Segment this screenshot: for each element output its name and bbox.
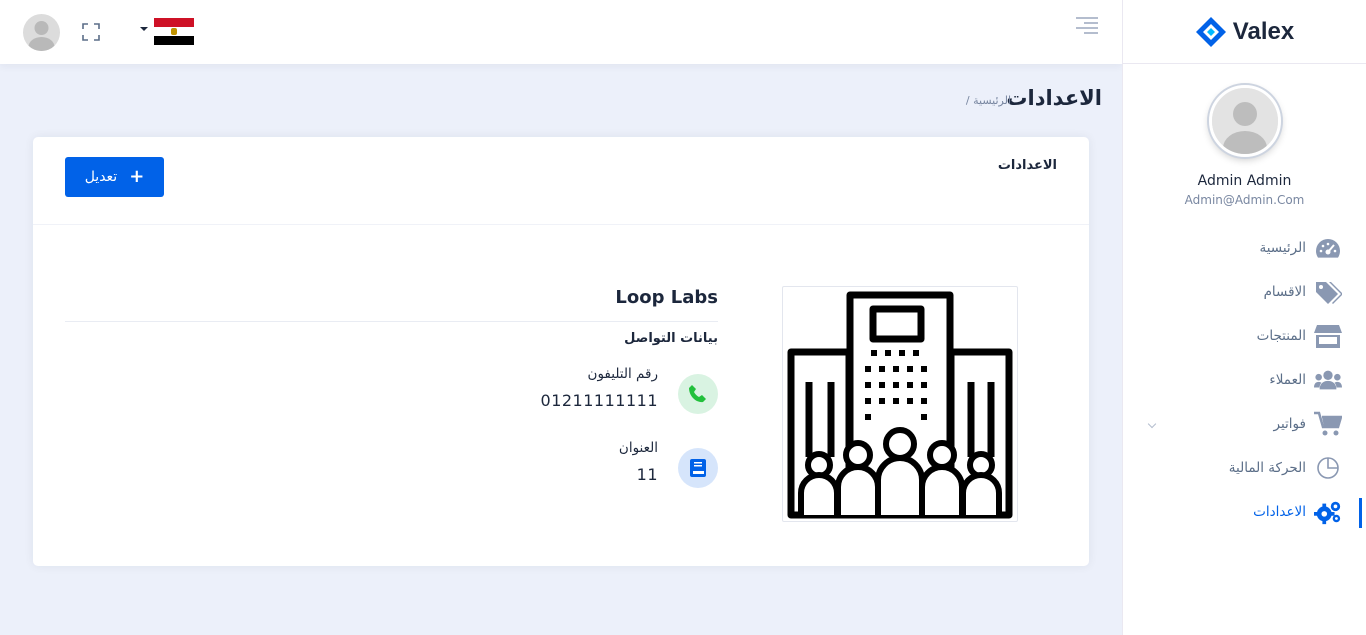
phone-value: 01211111111 — [540, 391, 658, 410]
users-icon — [1314, 366, 1342, 394]
user-avatar-icon[interactable] — [23, 14, 60, 51]
card-header: الاعدادات تعديل + — [33, 137, 1089, 225]
profile-avatar[interactable] — [1208, 85, 1281, 157]
edit-button[interactable]: تعديل + — [65, 157, 164, 197]
brand-name: Valex — [1232, 17, 1295, 45]
card-title: الاعدادات — [997, 158, 1057, 173]
edit-button-label: تعديل — [84, 169, 118, 185]
sidebar-item-clients[interactable]: العملاء — [1123, 358, 1366, 402]
brand-logo[interactable]: Valex — [1123, 0, 1366, 64]
sidebar-item-home[interactable]: الرئيسية — [1123, 226, 1366, 270]
sidebar-item-label: الاعدادات — [1253, 504, 1306, 520]
sidebar-item-settings[interactable]: الاعدادات — [1123, 490, 1366, 534]
divider — [65, 321, 718, 322]
sidebar: Valex Admin Admin Admin@Admin.Com الرئيس… — [1122, 0, 1366, 635]
menu-toggle-icon[interactable] — [1076, 17, 1098, 34]
page-title: الاعدادات — [1006, 86, 1102, 110]
company-name: Loop Labs — [615, 287, 718, 308]
pie-chart-icon — [1314, 454, 1342, 482]
sidebar-item-label: العملاء — [1269, 372, 1306, 388]
sidebar-nav: الرئيسية الاقسام المنتجات العملاء فواتير… — [1123, 226, 1366, 534]
phone-icon — [678, 374, 718, 414]
sidebar-item-invoices[interactable]: فواتير — [1123, 402, 1366, 446]
tags-icon — [1314, 278, 1342, 306]
valex-logo-icon — [1195, 16, 1226, 47]
phone-info: رقم التليفون 01211111111 — [418, 366, 718, 418]
top-header — [0, 0, 1122, 64]
profile-name: Admin Admin — [1197, 173, 1292, 189]
language-dropdown-caret-icon[interactable] — [140, 27, 148, 31]
cogs-icon — [1314, 498, 1342, 526]
sidebar-item-categories[interactable]: الاقسام — [1123, 270, 1366, 314]
sidebar-item-label: المنتجات — [1256, 328, 1306, 344]
book-icon — [678, 448, 718, 488]
dashboard-gauge-icon — [1314, 234, 1342, 262]
settings-card: الاعدادات تعديل + Loop Labs بيانات التوا… — [33, 137, 1089, 566]
egypt-flag-icon[interactable] — [154, 18, 194, 45]
building-icon — [787, 291, 1013, 519]
cart-icon — [1314, 410, 1342, 438]
address-label: العنوان — [618, 440, 658, 456]
phone-label: رقم التليفون — [587, 366, 658, 382]
plus-icon: + — [129, 166, 145, 187]
contact-section-title: بيانات التواصل — [624, 331, 718, 346]
sidebar-item-products[interactable]: المنتجات — [1123, 314, 1366, 358]
sidebar-item-label: فواتير — [1273, 416, 1306, 432]
chevron-down-icon[interactable] — [1147, 419, 1157, 429]
address-info: العنوان 11 — [418, 440, 718, 492]
breadcrumb[interactable]: / الرئيسية — [966, 94, 1011, 107]
sidebar-item-label: الاقسام — [1263, 284, 1306, 300]
sidebar-item-label: الرئيسية — [1259, 240, 1307, 256]
address-value: 11 — [636, 465, 658, 484]
user-profile: Admin Admin Admin@Admin.Com — [1123, 64, 1366, 207]
sidebar-item-finance[interactable]: الحركة المالية — [1123, 446, 1366, 490]
store-icon — [1314, 322, 1342, 350]
sidebar-item-label: الحركة المالية — [1228, 460, 1306, 476]
company-building-image — [782, 286, 1018, 522]
profile-email: Admin@Admin.Com — [1184, 193, 1305, 207]
fullscreen-icon[interactable] — [82, 23, 100, 41]
